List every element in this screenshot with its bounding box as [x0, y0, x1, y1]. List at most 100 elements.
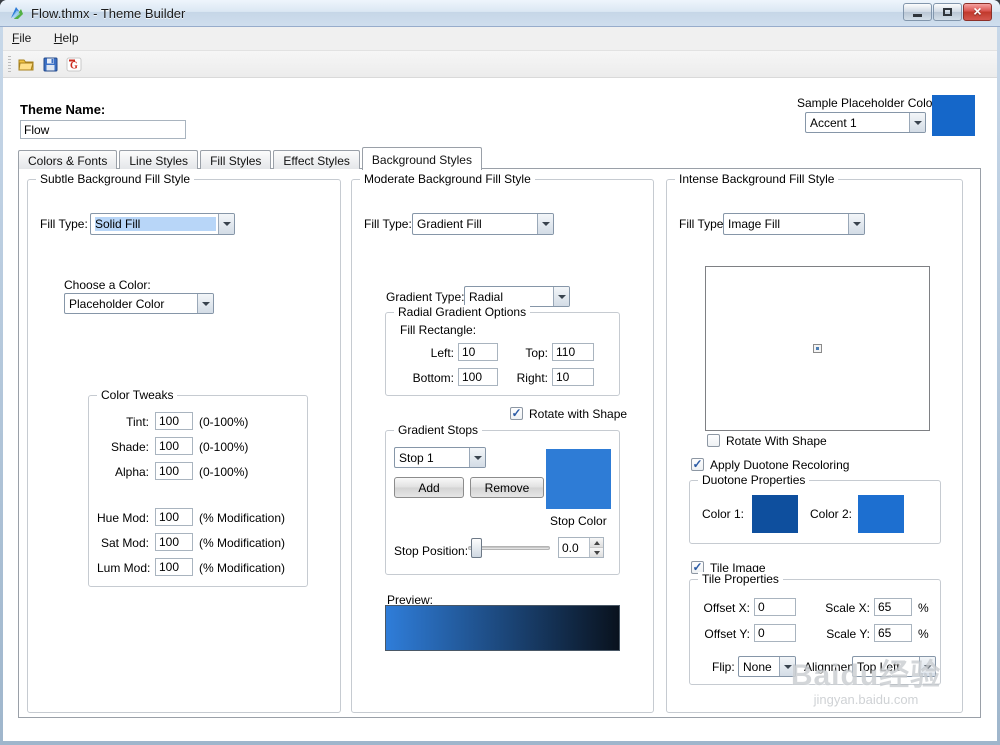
stop-color-label: Stop Color [550, 514, 607, 528]
maximize-button[interactable] [933, 3, 962, 21]
right-input[interactable] [552, 368, 594, 386]
chevron-down-icon[interactable] [537, 214, 553, 234]
offset-x-input[interactable] [754, 598, 796, 616]
tweak-row-sat-mod: Sat Mod: (% Modification) [97, 533, 299, 552]
chevron-down-icon[interactable] [909, 113, 925, 132]
apply-duotone-label: Apply Duotone Recoloring [710, 458, 850, 472]
intense-fill-type-label: Fill Type: [679, 217, 727, 231]
svg-text:G: G [70, 61, 78, 72]
shade-note: (0-100%) [199, 440, 249, 454]
tab-background-styles[interactable]: Background Styles [361, 147, 482, 170]
add-stop-button[interactable]: Add [394, 477, 464, 498]
intense-fill-type-value: Image Fill [728, 217, 781, 231]
chevron-down-icon[interactable] [197, 294, 213, 313]
gradient-type-select[interactable]: Radial [464, 286, 570, 307]
tab-colors-fonts[interactable]: Colors & Fonts [18, 150, 118, 169]
tweak-row-shade: Shade: (0-100%) [97, 437, 299, 456]
stop-color-swatch[interactable] [546, 449, 611, 509]
chevron-down-icon[interactable] [848, 214, 864, 234]
offset-y-input[interactable] [754, 624, 796, 642]
moderate-fill-type-select[interactable]: Gradient Fill [412, 213, 554, 235]
scale-x-input[interactable] [874, 598, 912, 616]
bottom-input[interactable] [458, 368, 498, 386]
sample-placeholder-color-label: Sample Placeholder Color: [797, 96, 940, 110]
rotate-with-shape-checkbox[interactable]: Rotate with Shape [510, 407, 627, 421]
watermark-text: Baidu经验 [790, 659, 942, 692]
tab-effect-styles[interactable]: Effect Styles [273, 150, 360, 169]
choose-color-select[interactable]: Placeholder Color [64, 293, 214, 314]
sample-placeholder-color-select[interactable]: Accent 1 [805, 112, 926, 133]
gradient-stops-title: Gradient Stops [394, 423, 483, 437]
intense-group: Intense Background Fill Style Fill Type:… [666, 172, 963, 713]
sat-mod-note: (% Modification) [199, 536, 286, 550]
image-preview [705, 266, 930, 431]
hue-mod-input[interactable] [155, 508, 193, 526]
menu-file[interactable]: File [3, 27, 40, 51]
menu-help[interactable]: Help [45, 27, 88, 51]
checkbox-icon [707, 434, 720, 447]
chevron-down-icon[interactable] [469, 448, 485, 467]
stop-position-input[interactable] [559, 538, 587, 557]
shade-input[interactable] [155, 437, 193, 455]
subtle-fill-type-select[interactable]: Solid Fill [90, 213, 235, 235]
slider-thumb[interactable] [471, 538, 482, 558]
image-placeholder-icon [812, 343, 822, 353]
scale-y-input[interactable] [874, 624, 912, 642]
app-logo-icon: G [66, 57, 82, 72]
left-input[interactable] [458, 343, 498, 361]
duotone-color1-swatch[interactable] [752, 495, 798, 533]
maximize-icon [943, 8, 952, 16]
titlebar[interactable]: Flow.thmx - Theme Builder [0, 0, 1000, 27]
shade-label: Shade: [110, 440, 149, 454]
close-icon [973, 3, 981, 21]
lum-mod-input[interactable] [155, 558, 193, 576]
tint-input[interactable] [155, 412, 193, 430]
stop-position-spinner [558, 537, 604, 558]
duotone-color2-swatch[interactable] [858, 495, 904, 533]
save-button[interactable] [39, 54, 61, 75]
close-button[interactable] [963, 3, 992, 21]
sat-mod-label: Sat Mod: [100, 536, 149, 550]
hue-mod-label: Hue Mod: [97, 511, 150, 525]
remove-stop-button[interactable]: Remove [470, 477, 544, 498]
moderate-group-title: Moderate Background Fill Style [360, 172, 535, 186]
apply-duotone-checkbox[interactable]: Apply Duotone Recoloring [691, 458, 849, 472]
spin-down-icon[interactable] [590, 548, 603, 557]
remove-stop-label: Remove [484, 480, 530, 495]
tab-fill-styles[interactable]: Fill Styles [200, 150, 272, 169]
stop-position-slider[interactable] [466, 531, 552, 565]
color-tweaks-title: Color Tweaks [97, 388, 178, 402]
duotone-properties-title: Duotone Properties [698, 473, 810, 487]
minimize-button[interactable] [903, 3, 932, 21]
chevron-down-icon[interactable] [553, 287, 569, 306]
theme-builder-app-icon [9, 5, 25, 21]
app-logo-button[interactable]: G [63, 54, 85, 75]
subtle-group: Subtle Background Fill Style Fill Type: … [27, 172, 341, 713]
spin-up-icon[interactable] [590, 538, 603, 548]
choose-color-label: Choose a Color: [64, 278, 151, 292]
tab-line-styles[interactable]: Line Styles [119, 150, 199, 169]
color1-label: Color 1: [702, 507, 745, 521]
scale-x-percent: % [918, 601, 929, 615]
top-input[interactable] [552, 343, 594, 361]
theme-name-input[interactable] [20, 120, 186, 139]
lum-mod-note: (% Modification) [199, 561, 286, 575]
chevron-down-icon[interactable] [218, 214, 234, 234]
intense-group-title: Intense Background Fill Style [675, 172, 839, 186]
tint-note: (0-100%) [199, 415, 249, 429]
intense-fill-type-select[interactable]: Image Fill [723, 213, 865, 235]
moderate-group: Moderate Background Fill Style Fill Type… [351, 172, 654, 713]
sat-mod-input[interactable] [155, 533, 193, 551]
subtle-fill-type-label: Fill Type: [40, 217, 88, 231]
sample-color-swatch [932, 95, 975, 136]
tweak-row-tint: Tint: (0-100%) [97, 412, 299, 431]
color2-label: Color 2: [810, 507, 853, 521]
window-controls [902, 3, 992, 21]
tweak-row-alpha: Alpha: (0-100%) [97, 462, 299, 481]
tint-label: Tint: [126, 415, 149, 429]
gradient-stop-select[interactable]: Stop 1 [394, 447, 486, 468]
open-file-icon [17, 59, 34, 71]
intense-rotate-with-shape-checkbox[interactable]: Rotate With Shape [707, 434, 827, 448]
alpha-input[interactable] [155, 462, 193, 480]
open-file-button[interactable] [15, 54, 37, 75]
